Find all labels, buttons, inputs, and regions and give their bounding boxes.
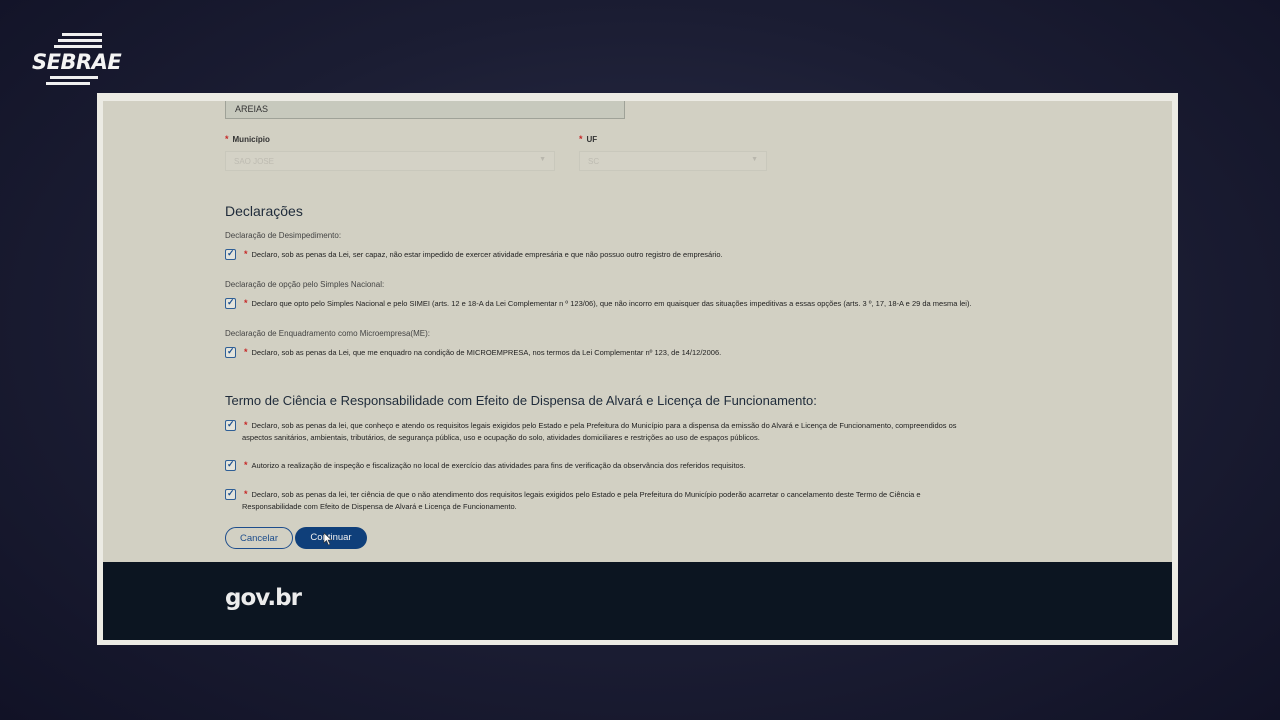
monitor-frame: AREIAS * Município SAO JOSE ▼ * UF SC ▼ De… [97, 93, 1178, 645]
required-asterisk-icon: * [244, 249, 248, 259]
required-asterisk-icon: * [244, 347, 248, 357]
check-icon: ✓ [227, 488, 235, 498]
required-asterisk-icon: * [579, 134, 583, 144]
simples-subtitle: Declaração de opção pelo Simples Naciona… [225, 280, 385, 289]
required-asterisk-icon: * [244, 298, 248, 308]
check-icon: ✓ [227, 459, 235, 469]
uf-label: * UF [579, 134, 597, 144]
required-asterisk-icon: * [225, 134, 229, 144]
termo-line: Autorizo a realização de inspeção e fisc… [251, 461, 746, 470]
logo-text: SEBRAE [32, 50, 122, 74]
desimpedimento-text: * Declaro, sob as penas da Lei, ser capaz… [244, 248, 723, 261]
termo-line: Declaro, sob as penas da lei, ter ciênci… [251, 490, 921, 499]
required-asterisk-icon: * [244, 420, 248, 430]
check-icon: ✓ [227, 346, 235, 356]
chevron-down-icon: ▼ [751, 156, 758, 163]
declaracoes-title: Declarações [225, 203, 303, 219]
browser-page: AREIAS * Município SAO JOSE ▼ * UF SC ▼ De… [103, 101, 1172, 640]
declaration-text: Declaro, sob as penas da Lei, que me enq… [251, 348, 722, 357]
uf-label-text: UF [586, 135, 598, 144]
termo-text-1: * Declaro, sob as penas da lei, que conhe… [242, 419, 957, 444]
uf-value: SC [588, 157, 600, 166]
desimpedimento-checkbox[interactable]: ✓ [225, 248, 236, 260]
bairro-input[interactable]: AREIAS [225, 101, 625, 119]
termo-line: Responsabilidade com Efeito de Dispensa … [242, 502, 517, 511]
required-asterisk-icon: * [244, 489, 248, 499]
logo-bar [50, 76, 98, 79]
declaration-text: Declaro, sob as penas da Lei, ser capaz,… [251, 250, 723, 259]
required-asterisk-icon: * [244, 460, 248, 470]
microempresa-text: * Declaro, sob as penas da Lei, que me en… [244, 346, 721, 359]
microempresa-checkbox[interactable]: ✓ [225, 346, 236, 358]
microempresa-subtitle: Declaração de Enquadramento como Microem… [225, 329, 430, 338]
termo-checkbox-1[interactable]: ✓ [225, 419, 236, 431]
termo-line: aspectos sanitários, ambientais, tributá… [242, 433, 760, 442]
termo-text-2: * Autorizo a realização de inspeção e fis… [244, 459, 746, 472]
termo-text-3: * Declaro, sob as penas da lei, ter ciênc… [242, 488, 921, 513]
termo-checkbox-2[interactable]: ✓ [225, 459, 236, 471]
logo-bar [58, 39, 102, 42]
govbr-logo[interactable]: gov.br [225, 585, 302, 611]
municipio-value: SAO JOSE [234, 157, 275, 166]
check-icon: ✓ [227, 297, 235, 307]
municipio-select[interactable]: SAO JOSE ▼ [225, 151, 555, 171]
termo-line: Declaro, sob as penas da lei, que conheç… [251, 421, 957, 430]
mouse-cursor-icon [323, 532, 333, 546]
declaration-text: Declaro que opto pelo Simples Nacional e… [251, 299, 972, 308]
logo-bar [46, 82, 90, 85]
check-icon: ✓ [227, 419, 235, 429]
footer: gov.br [103, 562, 1172, 640]
simples-checkbox[interactable]: ✓ [225, 297, 236, 309]
desimpedimento-subtitle: Declaração de Desimpedimento: [225, 231, 342, 240]
municipio-label: * Município [225, 134, 270, 144]
logo-bar [62, 33, 102, 36]
termo-checkbox-3[interactable]: ✓ [225, 488, 236, 500]
municipio-label-text: Município [232, 135, 270, 144]
cancel-button[interactable]: Cancelar [225, 527, 293, 549]
logo-bar [54, 45, 102, 48]
sebrae-logo: SEBRAE [32, 33, 132, 87]
simples-text: * Declaro que opto pelo Simples Nacional … [244, 297, 972, 310]
check-icon: ✓ [227, 248, 235, 258]
uf-select[interactable]: SC ▼ [579, 151, 767, 171]
termo-title: Termo de Ciência e Responsabilidade com … [225, 393, 817, 408]
chevron-down-icon: ▼ [539, 156, 546, 163]
